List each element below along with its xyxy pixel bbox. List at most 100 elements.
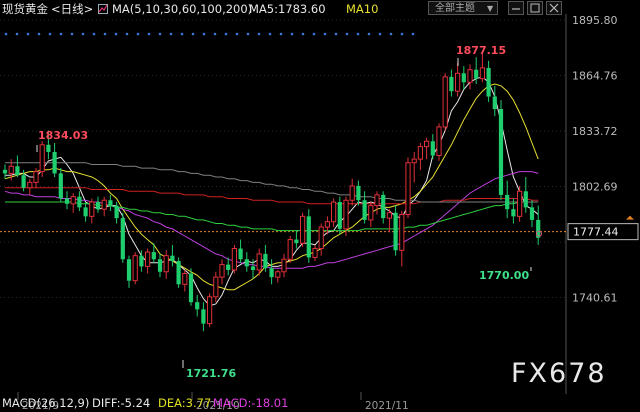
candle-up <box>399 210 405 267</box>
marker-dot <box>312 32 316 36</box>
candle-body <box>238 248 243 260</box>
candle-body <box>219 264 225 278</box>
marker-dots-row <box>4 32 415 36</box>
chart-header: 现货黄金 <日线> MA(5,10,30,60,100,200) MA5:178… <box>0 0 640 18</box>
grid-icon[interactable] <box>98 4 108 14</box>
candle-down <box>95 196 101 213</box>
period-label[interactable]: <日线> <box>51 0 93 18</box>
candle-body <box>52 151 57 174</box>
candle-down <box>449 69 454 97</box>
marker-dot <box>169 32 173 36</box>
candle-down <box>15 155 20 177</box>
candle-down <box>77 191 82 211</box>
marker-dot <box>334 32 338 36</box>
candle-body <box>374 194 380 207</box>
marker-dot <box>147 32 151 36</box>
candle-down <box>151 243 156 263</box>
ma10-value: MA10 <box>346 2 379 16</box>
candle-body <box>8 165 14 174</box>
candle-body <box>417 146 423 160</box>
candle-body <box>226 264 231 270</box>
candle-down <box>176 257 181 288</box>
marker-dot <box>279 32 283 36</box>
candle-down <box>362 191 367 224</box>
candle-body <box>362 200 367 220</box>
candle-down <box>461 66 466 90</box>
candle-body <box>120 218 125 260</box>
candle-body <box>27 181 33 189</box>
minimize-button[interactable] <box>508 1 524 15</box>
candle-body <box>101 199 107 210</box>
candle-up <box>349 178 355 206</box>
candle-body <box>517 190 523 217</box>
price-tick-label: 1802.69 <box>572 180 618 193</box>
candle-body <box>337 202 342 229</box>
candle-body <box>479 67 485 80</box>
candle-body <box>89 201 95 217</box>
marker-dot <box>345 32 349 36</box>
candle-down <box>269 259 274 285</box>
candle-down <box>64 191 70 210</box>
candle-down <box>498 100 504 201</box>
candle-down <box>157 253 163 278</box>
chevron-down-icon: ▼ <box>487 4 494 13</box>
candle-body <box>188 273 194 303</box>
candle-up <box>287 236 293 263</box>
candle-down <box>393 205 398 256</box>
marker-dot <box>246 32 250 36</box>
candle-body <box>281 258 287 273</box>
candle-up <box>455 62 461 97</box>
macd-diff: DIFF:-5.24 <box>92 396 151 410</box>
candle-down <box>381 191 386 224</box>
candle-body <box>256 253 262 271</box>
subject-select-label: 全部主题 <box>435 3 475 14</box>
subject-select[interactable]: 全部主题 ▼ <box>428 1 498 15</box>
candle-down <box>536 205 541 245</box>
candle-up <box>374 191 380 215</box>
marker-dot <box>48 32 52 36</box>
candle-up <box>281 253 287 278</box>
candle-body <box>442 76 448 128</box>
candle-body <box>176 261 181 285</box>
marker-dot <box>114 32 118 36</box>
candle-body <box>77 196 82 208</box>
minus-icon <box>512 8 520 10</box>
marker-dot <box>59 32 63 36</box>
candle-body <box>393 212 398 251</box>
ma-settings-label[interactable]: MA(5,10,30,60,100,200) <box>112 0 252 18</box>
candle-body <box>2 169 8 174</box>
candle-up <box>145 248 151 274</box>
marker-dot <box>411 32 415 36</box>
candle-down <box>2 164 8 179</box>
candle-body <box>163 255 169 273</box>
ma-line-ma200 <box>5 162 539 203</box>
price-tick-label: 1864.76 <box>572 70 618 83</box>
candle-body <box>300 215 306 244</box>
settings-button[interactable] <box>527 1 543 15</box>
candle-up <box>70 193 76 213</box>
marker-dot <box>103 32 107 36</box>
close-icon <box>549 3 559 13</box>
candle-up <box>417 143 423 170</box>
candle-up <box>318 223 324 256</box>
candle-down <box>294 230 299 249</box>
candle-up <box>39 141 45 177</box>
candle-body <box>467 69 473 83</box>
candle-body <box>511 209 516 217</box>
candle-body <box>523 191 528 208</box>
candle-up <box>275 269 281 283</box>
candle-body <box>201 309 206 324</box>
candle-body <box>529 207 535 220</box>
candle-body <box>492 96 497 110</box>
annotation-high: 1877.15 <box>456 44 506 57</box>
macd-value: MACD:-18.01 <box>213 396 289 410</box>
candle-down <box>529 200 535 228</box>
candle-up <box>405 157 411 219</box>
candle-up <box>312 244 318 262</box>
candle-up <box>163 250 169 279</box>
candle-body <box>195 302 200 310</box>
candle-body <box>244 259 249 267</box>
candle-body <box>95 202 101 210</box>
close-button[interactable] <box>546 1 562 15</box>
candle-body <box>145 251 151 267</box>
